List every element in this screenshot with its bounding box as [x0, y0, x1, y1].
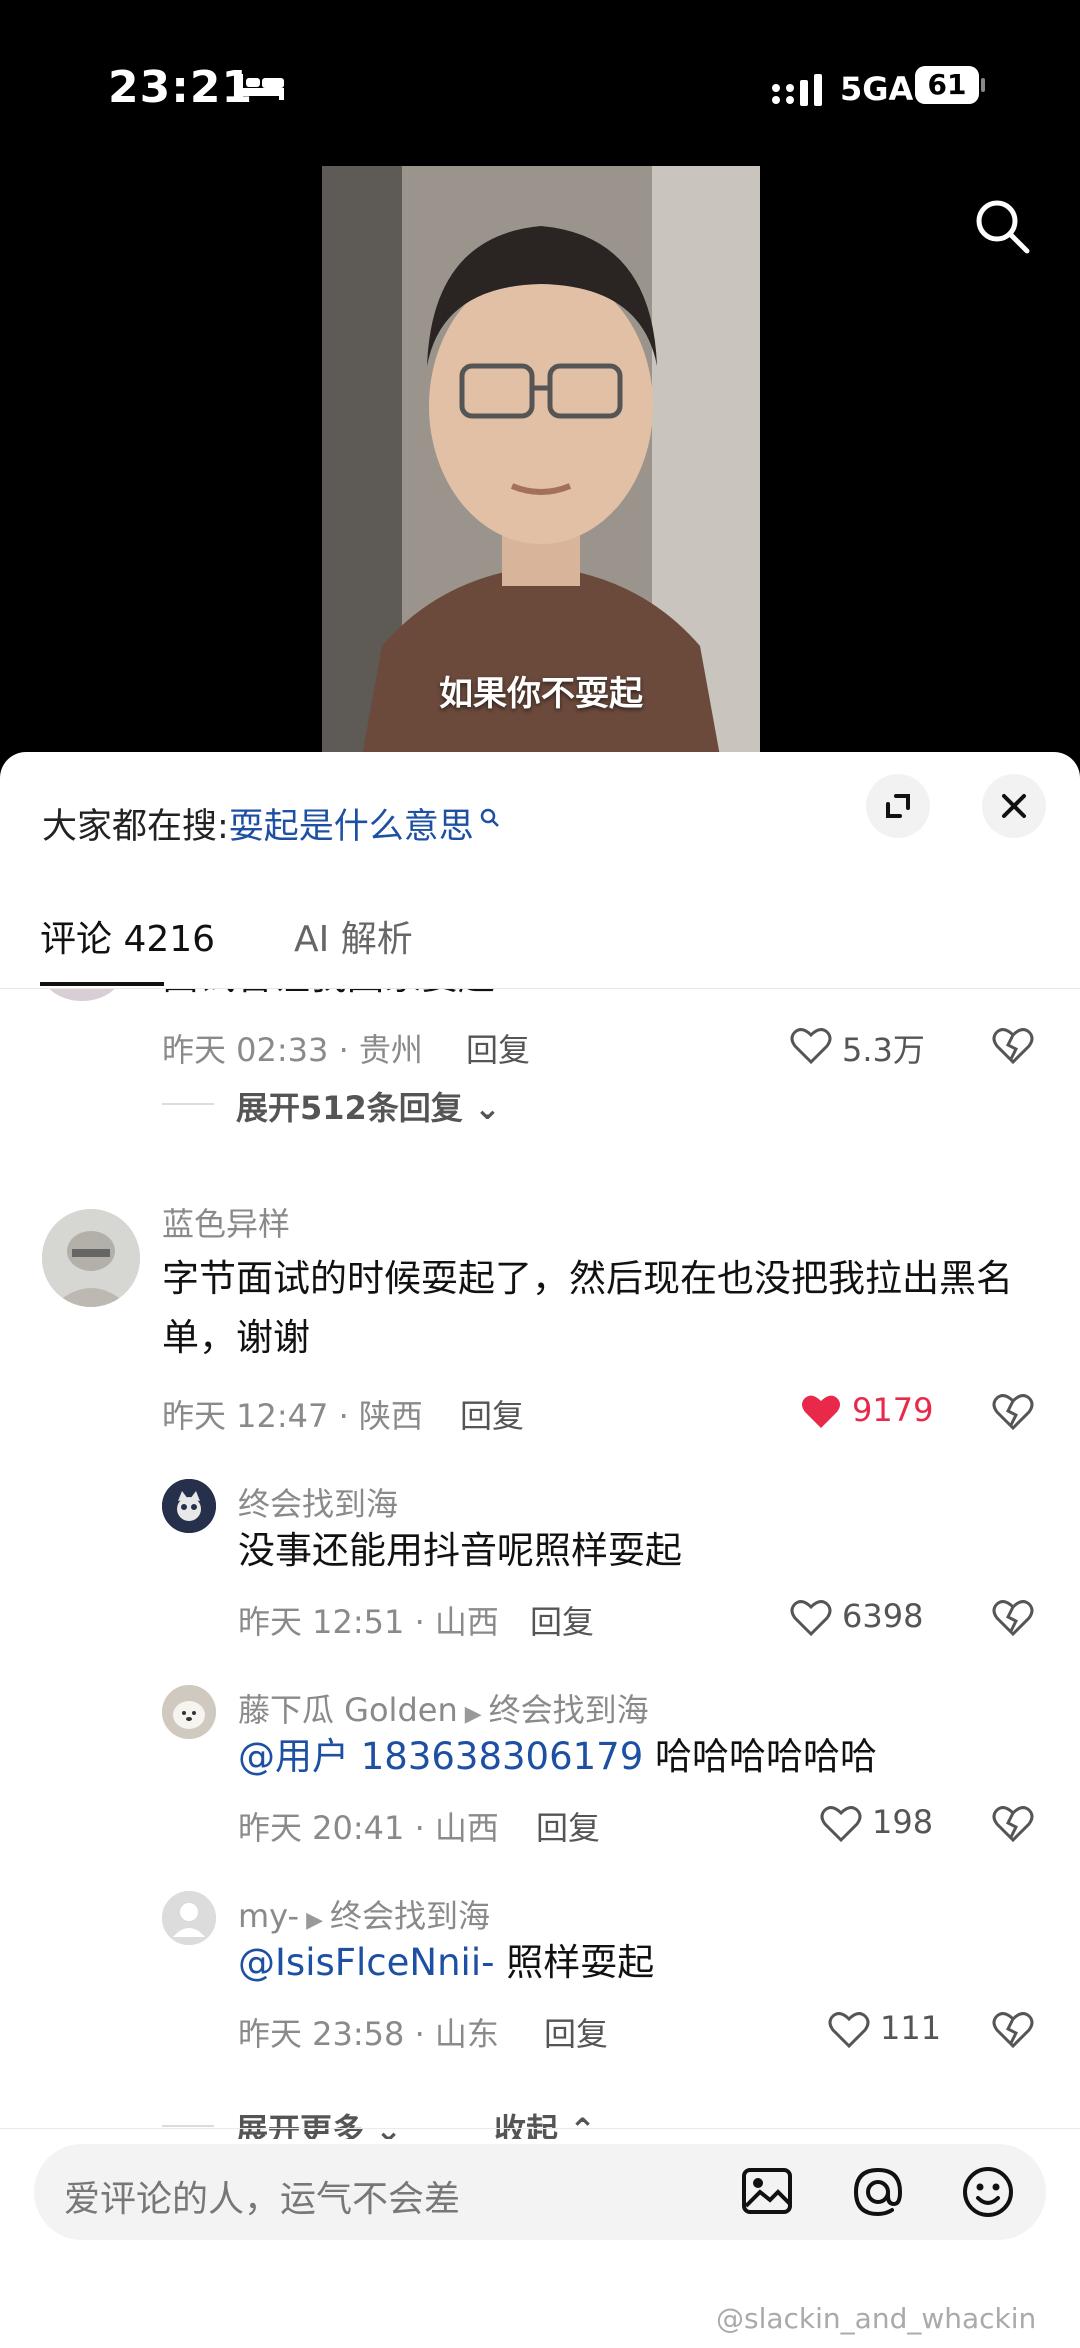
- comment-time-location: 昨天 20:41 · 山西: [238, 1809, 499, 1847]
- comment-text: 没事还能用抖音呢照样耍起: [238, 1529, 682, 1572]
- avatar[interactable]: [162, 1685, 216, 1739]
- like-count: 111: [880, 2009, 942, 2047]
- expand-icon: [886, 794, 910, 818]
- mention-link[interactable]: @IsisFlceNnii-: [238, 1941, 494, 1984]
- dislike-button[interactable]: [992, 1393, 1034, 1435]
- comment-text: 面试官让我回家耍起: [162, 989, 495, 1006]
- broken-heart-icon: [992, 1600, 1034, 1637]
- comment-text-body: 照样耍起: [494, 1941, 655, 1984]
- expand-more-label: 展开更多: [236, 2111, 365, 2139]
- chevron-up-icon: ⌃: [558, 2111, 596, 2139]
- video-caption: 如果你不耍起: [439, 674, 643, 714]
- broken-heart-icon: [992, 2012, 1034, 2049]
- watermark: @slackin_and_whackin: [716, 2302, 1037, 2335]
- like-button[interactable]: [790, 1027, 832, 1069]
- reply-to-name[interactable]: 终会找到海: [489, 1691, 649, 1729]
- reply-to-name[interactable]: 终会找到海: [330, 1897, 490, 1935]
- video-player[interactable]: 如果你不耍起: [322, 166, 760, 756]
- chevron-down-icon: ⌄: [364, 2111, 402, 2139]
- dislike-button[interactable]: [992, 1599, 1034, 1641]
- reply-header: my- ▶ 终会找到海: [238, 1891, 490, 1937]
- like-button[interactable]: [820, 1805, 862, 1847]
- reply-button[interactable]: 回复: [544, 2009, 608, 2055]
- commenter-name[interactable]: my-: [238, 1897, 299, 1935]
- comment-text-body: 哈哈哈哈哈哈: [643, 1735, 878, 1778]
- reply-button[interactable]: 回复: [460, 1391, 524, 1437]
- comment-time-location: 昨天 23:58 · 山东: [238, 2015, 499, 2053]
- collapse-button[interactable]: 收起 ⌃: [494, 2105, 596, 2139]
- expand-rule: [162, 1103, 214, 1105]
- reply-button[interactable]: 回复: [530, 1597, 594, 1643]
- avatar[interactable]: [162, 1479, 216, 1533]
- reply-header: 藤下瓜 Golden ▶ 终会找到海: [238, 1685, 649, 1731]
- broken-heart-icon: [992, 1028, 1034, 1065]
- status-time: 23:21: [108, 62, 254, 113]
- reply-button[interactable]: 回复: [466, 1025, 530, 1071]
- heart-filled-icon: [802, 1395, 840, 1428]
- search-icon[interactable]: [972, 196, 1032, 260]
- comment-time-location: 昨天 12:47 · 陕西: [162, 1397, 423, 1435]
- trending-search-keyword[interactable]: 耍起是什么意思: [229, 807, 474, 847]
- comment-text: @IsisFlceNnii- 照样耍起: [238, 1933, 654, 1992]
- dislike-button[interactable]: [992, 1805, 1034, 1847]
- commenter-name[interactable]: 蓝色异样: [162, 1199, 290, 1245]
- dislike-button[interactable]: [992, 2011, 1034, 2053]
- expand-replies-button[interactable]: 展开512条回复 ⌄: [236, 1083, 501, 1129]
- battery-icon: 61: [915, 66, 985, 104]
- heart-icon: [790, 1600, 832, 1637]
- expand-more-button[interactable]: 展开更多 ⌄: [236, 2105, 402, 2139]
- expand-rule: [162, 2125, 214, 2127]
- close-icon: [1002, 794, 1026, 818]
- comment-list[interactable]: 面试官让我回家耍起 昨天 02:33 · 贵州 回复 5.3万 展开512条回复…: [0, 989, 1080, 2139]
- broken-heart-icon: [992, 1394, 1034, 1431]
- comment-time-location: 昨天 12:51 · 山西: [238, 1603, 499, 1641]
- reply-arrow-icon: ▶: [299, 1908, 330, 1933]
- sleep-bed-icon: [236, 70, 286, 108]
- expand-replies-label: 展开512条回复: [236, 1089, 463, 1127]
- input-divider: [0, 2128, 1080, 2129]
- commenter-name[interactable]: 藤下瓜 Golden: [238, 1691, 458, 1729]
- image-icon[interactable]: [740, 2164, 794, 2222]
- emoji-icon[interactable]: [960, 2164, 1016, 2224]
- reply-button[interactable]: 回复: [536, 1803, 600, 1849]
- comment-text: @用户 183638306179 哈哈哈哈哈哈: [238, 1727, 877, 1786]
- broken-heart-icon: [992, 1806, 1034, 1843]
- like-button[interactable]: [790, 1599, 832, 1641]
- network-label: 5GA: [840, 70, 914, 108]
- dislike-button[interactable]: [992, 1027, 1034, 1069]
- avatar[interactable]: [42, 1209, 140, 1307]
- comment-text: 字节面试的时候耍起了，然后现在也没把我拉出黑名单，谢谢: [162, 1257, 1013, 1360]
- comment-input-placeholder: 爱评论的人，运气不会差: [64, 2179, 461, 2220]
- tab-ai-analysis[interactable]: AI 解析: [294, 910, 413, 962]
- like-button[interactable]: [828, 2011, 870, 2053]
- default-avatar-icon[interactable]: [162, 1891, 216, 1945]
- trending-search[interactable]: 大家都在搜:耍起是什么意思: [42, 798, 502, 849]
- heart-icon: [828, 2012, 870, 2049]
- small-search-icon: [474, 807, 502, 847]
- chevron-down-icon: ⌄: [462, 1089, 501, 1127]
- like-count: 198: [872, 1803, 934, 1841]
- commenter-name[interactable]: 终会找到海: [238, 1479, 398, 1525]
- expand-sheet-button[interactable]: [866, 774, 930, 838]
- heart-icon: [790, 1028, 832, 1065]
- like-count: 9179: [852, 1391, 934, 1429]
- tab-comments[interactable]: 评论 4216: [40, 910, 215, 962]
- comment-time-location: 昨天 02:33 · 贵州: [162, 1031, 423, 1069]
- comment-input[interactable]: 爱评论的人，运气不会差: [34, 2144, 1046, 2240]
- close-button[interactable]: [982, 774, 1046, 838]
- mention-link[interactable]: @用户 183638306179: [238, 1735, 643, 1778]
- like-count: 5.3万: [842, 1031, 925, 1069]
- mention-icon[interactable]: [850, 2164, 906, 2224]
- comment-sheet: 大家都在搜:耍起是什么意思 评论 4216 AI 解析 面试官让我回家耍起 昨天…: [0, 752, 1080, 2348]
- battery-level: 61: [927, 68, 967, 101]
- tab-underline: [40, 982, 164, 986]
- trending-search-prefix: 大家都在搜:: [42, 807, 229, 847]
- reply-arrow-icon: ▶: [457, 1702, 489, 1727]
- heart-icon: [820, 1806, 862, 1843]
- like-count: 6398: [842, 1597, 924, 1635]
- like-button[interactable]: [800, 1393, 842, 1435]
- signal-icon: [770, 74, 828, 112]
- collapse-label: 收起: [494, 2111, 559, 2139]
- avatar[interactable]: [42, 989, 122, 1001]
